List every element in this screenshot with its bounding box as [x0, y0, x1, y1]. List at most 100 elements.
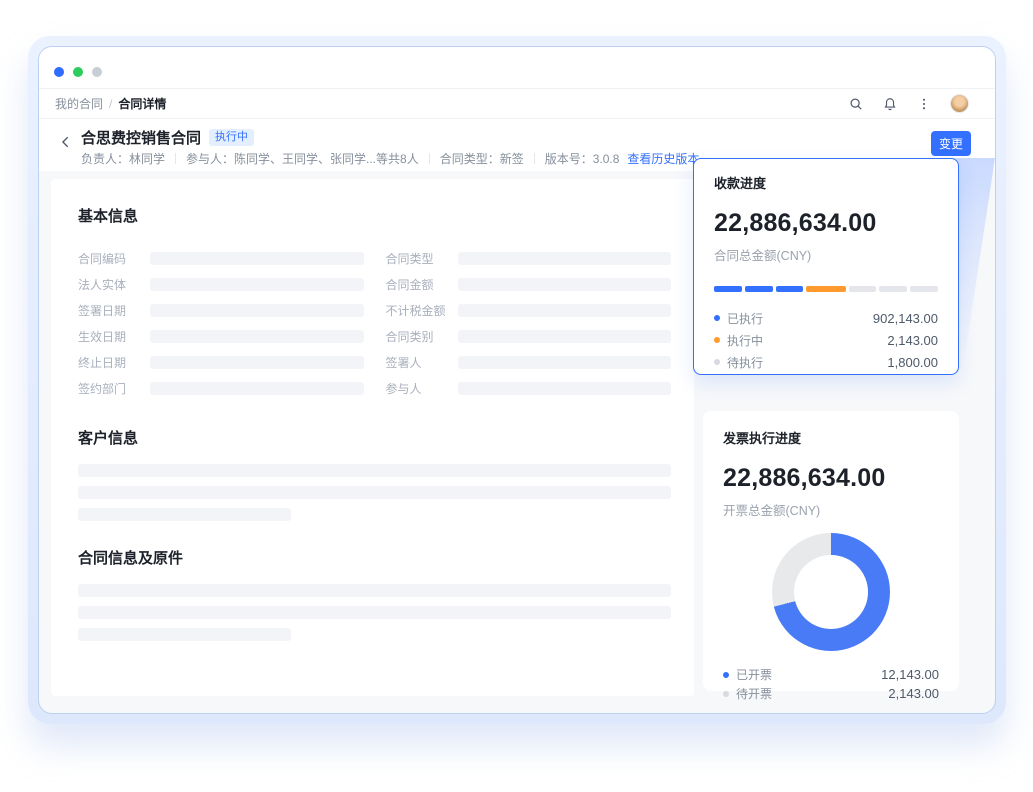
- field-label: 合同类型: [386, 250, 458, 267]
- progress-segment: [910, 286, 938, 292]
- legend-dot: [723, 672, 729, 678]
- field-value-placeholder[interactable]: [150, 304, 364, 317]
- legend-row-pending: 待执行 1,800.00: [714, 351, 938, 373]
- field-value-placeholder[interactable]: [78, 628, 291, 641]
- field-value-placeholder[interactable]: [150, 330, 364, 343]
- field-value-placeholder[interactable]: [458, 382, 672, 395]
- legend-dot: [714, 337, 720, 343]
- legend-dot: [723, 691, 729, 697]
- legend-row-invoiced: 已开票 12,143.00: [723, 665, 939, 684]
- meta-version: 版本号：3.0.8: [545, 150, 620, 167]
- contract-total-amount-label: 合同总金额(CNY): [714, 245, 938, 264]
- field-label: 合同金额: [386, 276, 458, 293]
- invoice-card-title: 发票执行进度: [723, 428, 939, 447]
- contract-form-panel: 基本信息 合同编码 合同类型 法人实体 合同金额 签署日期 不计税金额 生效日期…: [51, 179, 694, 696]
- field-label: 合同编码: [78, 250, 150, 267]
- field-value-placeholder[interactable]: [150, 382, 364, 395]
- field-label: 签署日期: [78, 302, 150, 319]
- field-value-placeholder[interactable]: [458, 304, 672, 317]
- field-label: 生效日期: [78, 328, 150, 345]
- progress-segment: [806, 286, 845, 292]
- meta-owner: 负责人：林同学: [81, 150, 165, 167]
- invoice-legend: 已开票 12,143.00 待开票 2,143.00: [723, 665, 939, 703]
- breadcrumb-separator: /: [109, 97, 112, 111]
- meta-divider: [175, 153, 176, 164]
- payment-segmented-progress-bar: [714, 286, 938, 292]
- field-value-placeholder[interactable]: [458, 278, 672, 291]
- section-title-customer-info: 客户信息: [78, 427, 671, 448]
- field-label: 终止日期: [78, 354, 150, 371]
- meta-participants: 参与人：陈同学、王同学、张同学...等共8人: [186, 150, 419, 167]
- window-chrome: [39, 47, 995, 89]
- field-value-placeholder[interactable]: [150, 356, 364, 369]
- customer-info-block: [78, 464, 671, 521]
- invoice-total-amount: 22,886,634.00: [723, 464, 939, 493]
- page-title: 合思费控销售合同: [81, 127, 201, 148]
- legend-value: 12,143.00: [881, 667, 939, 682]
- field-label: 参与人: [386, 380, 458, 397]
- legend-value: 1,800.00: [887, 355, 938, 370]
- field-value-placeholder[interactable]: [458, 252, 672, 265]
- field-label: 不计税金额: [386, 302, 458, 319]
- field-value-placeholder[interactable]: [78, 464, 671, 477]
- legend-label: 待执行: [727, 354, 763, 371]
- legend-row-executed: 已执行 902,143.00: [714, 307, 938, 329]
- invoice-progress-card[interactable]: 发票执行进度 22,886,634.00 开票总金额(CNY) 已开票 12,1…: [703, 411, 959, 691]
- legend-dot: [714, 315, 720, 321]
- progress-segment: [745, 286, 773, 292]
- field-value-placeholder[interactable]: [78, 508, 291, 521]
- field-label: 合同类别: [386, 328, 458, 345]
- field-label: 签约部门: [78, 380, 150, 397]
- legend-row-to-invoice: 待开票 2,143.00: [723, 684, 939, 703]
- search-icon[interactable]: [848, 96, 864, 112]
- legend-value: 902,143.00: [873, 311, 938, 326]
- legend-value: 2,143.00: [887, 333, 938, 348]
- payment-progress-card[interactable]: 收款进度 22,886,634.00 合同总金额(CNY) 已执行 902,14…: [693, 158, 959, 375]
- legend-dot: [714, 359, 720, 365]
- contract-files-block: [78, 584, 671, 641]
- app-window: 我的合同 / 合同详情: [38, 46, 996, 714]
- meta-divider: [429, 153, 430, 164]
- field-value-placeholder[interactable]: [150, 252, 364, 265]
- window-control-blue[interactable]: [54, 67, 64, 77]
- section-title-basic-info: 基本信息: [78, 205, 671, 226]
- invoice-total-amount-label: 开票总金额(CNY): [723, 500, 939, 519]
- bell-icon[interactable]: [882, 96, 898, 112]
- progress-segment: [849, 286, 877, 292]
- history-version-link[interactable]: 查看历史版本: [627, 150, 699, 167]
- legend-label: 已执行: [727, 310, 763, 327]
- payment-legend: 已执行 902,143.00 执行中 2,143.00 待执行 1,800.00: [714, 307, 938, 373]
- legend-value: 2,143.00: [888, 686, 939, 701]
- field-label: 法人实体: [78, 276, 150, 293]
- contract-meta: 负责人：林同学 参与人：陈同学、王同学、张同学...等共8人 合同类型：新签 版…: [81, 150, 699, 167]
- kebab-menu-icon[interactable]: [916, 96, 932, 112]
- basic-info-grid: 合同编码 合同类型 法人实体 合同金额 签署日期 不计税金额 生效日期 合同类别…: [78, 245, 671, 401]
- payment-card-title: 收款进度: [714, 173, 938, 192]
- field-value-placeholder[interactable]: [150, 278, 364, 291]
- contract-total-amount: 22,886,634.00: [714, 209, 938, 238]
- field-value-placeholder[interactable]: [458, 356, 672, 369]
- meta-divider: [534, 153, 535, 164]
- breadcrumb-parent[interactable]: 我的合同: [55, 95, 103, 112]
- legend-label: 待开票: [736, 685, 772, 702]
- legend-label: 已开票: [736, 666, 772, 683]
- legend-row-executing: 执行中 2,143.00: [714, 329, 938, 351]
- field-value-placeholder[interactable]: [458, 330, 672, 343]
- back-chevron-icon[interactable]: [59, 135, 75, 151]
- field-value-placeholder[interactable]: [78, 606, 671, 619]
- field-value-placeholder[interactable]: [78, 486, 671, 499]
- progress-segment: [776, 286, 804, 292]
- invoice-donut-chart: [772, 533, 890, 651]
- breadcrumb-current: 合同详情: [118, 95, 166, 112]
- breadcrumb-bar: 我的合同 / 合同详情: [39, 89, 995, 119]
- status-badge: 执行中: [209, 129, 254, 146]
- progress-segment: [714, 286, 742, 292]
- legend-label: 执行中: [727, 332, 763, 349]
- section-title-contract-files: 合同信息及原件: [78, 547, 671, 568]
- window-control-gray[interactable]: [92, 67, 102, 77]
- change-button[interactable]: 变更: [931, 131, 971, 156]
- field-value-placeholder[interactable]: [78, 584, 671, 597]
- meta-contract-type: 合同类型：新签: [440, 150, 524, 167]
- window-control-green[interactable]: [73, 67, 83, 77]
- avatar[interactable]: [950, 94, 969, 113]
